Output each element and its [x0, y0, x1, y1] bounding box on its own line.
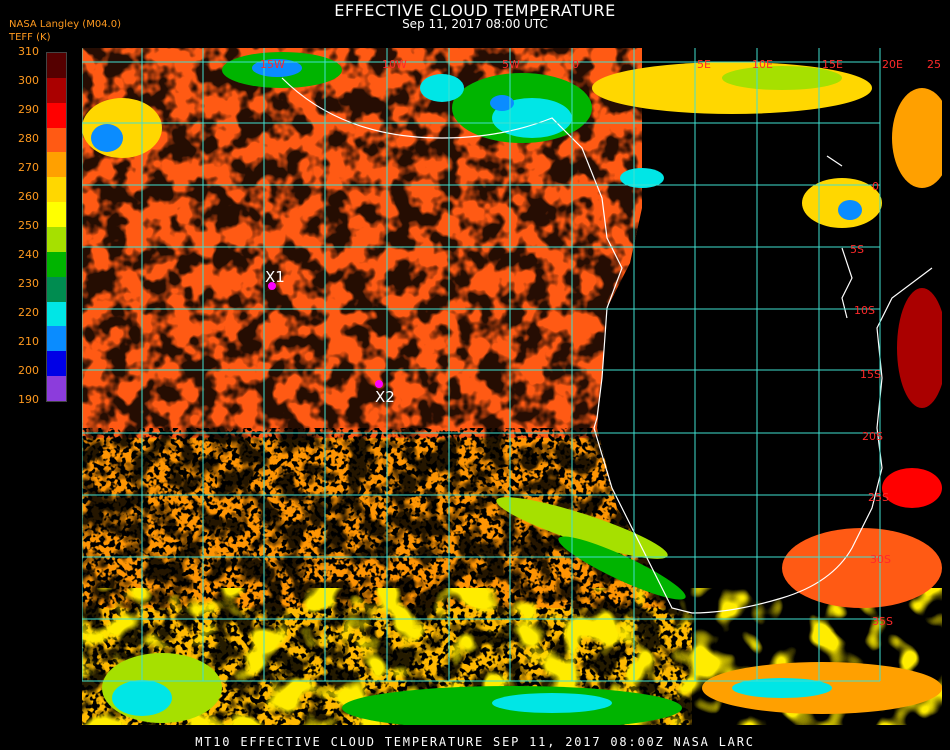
scale-tick-label: 200 — [18, 364, 39, 377]
scale-swatch — [47, 53, 66, 78]
scale-swatch — [47, 102, 66, 128]
scale-swatch — [47, 227, 66, 252]
scale-tick-label: 260 — [18, 190, 39, 203]
latitude-label: 15S — [860, 368, 881, 381]
scale-tick-label: 300 — [18, 74, 39, 87]
scale-tick-label: 250 — [18, 219, 39, 232]
latitude-label: 20S — [862, 430, 883, 443]
scale-tick-label: 230 — [18, 277, 39, 290]
footer-caption: MT10 EFFECTIVE CLOUD TEMPERATURE SEP 11,… — [195, 735, 755, 749]
scale-tick-label: 210 — [18, 335, 39, 348]
scale-swatch — [47, 301, 66, 327]
scale-swatch — [47, 127, 66, 153]
latitude-label: 30S — [870, 553, 891, 566]
scale-tick-label: 270 — [18, 161, 39, 174]
scale-tick-label: 280 — [18, 132, 39, 145]
scale-swatch — [47, 351, 66, 377]
scale-swatch — [47, 326, 66, 352]
latitude-label: 25S — [868, 491, 889, 504]
scale-swatch — [47, 77, 66, 103]
longitude-label: 10W — [382, 58, 407, 71]
page-subtitle: Sep 11, 2017 08:00 UTC — [402, 17, 548, 31]
cloud-temperature-map: 0 5S 10S 15S 20S 25S 30S 35S 15W 10W 5W 0 5E 10E 15E 2… — [82, 48, 942, 725]
longitude-label: 25E — [927, 58, 942, 71]
latitude-label: 10S — [854, 304, 875, 317]
scale-tick-label: 240 — [18, 248, 39, 261]
scale-swatch — [47, 177, 66, 203]
longitude-label: 15E — [822, 58, 843, 71]
longitude-label: 15W — [260, 58, 285, 71]
longitude-label: 20E — [882, 58, 903, 71]
scale-swatch — [47, 251, 66, 277]
longitude-label: 5E — [697, 58, 711, 71]
scale-tick-label: 190 — [18, 393, 39, 406]
longitude-label: 5W — [502, 58, 520, 71]
site-marker-label: X1 — [265, 268, 285, 286]
source-label: NASA Langley (M04.0) — [9, 19, 121, 30]
scale-swatch — [47, 202, 66, 228]
latitude-label: 0 — [872, 180, 879, 193]
scale-tick-label: 220 — [18, 306, 39, 319]
scale-swatch — [47, 276, 66, 302]
color-scale — [46, 52, 67, 402]
latitude-label: 5S — [850, 243, 864, 256]
site-marker-label: X2 — [375, 388, 395, 406]
site-marker-dot — [375, 380, 383, 388]
scale-tick-label: 290 — [18, 103, 39, 116]
scale-swatch — [47, 152, 66, 178]
units-label: TEFF (K) — [9, 32, 51, 43]
scale-swatch — [47, 376, 66, 402]
longitude-label: 0 — [572, 58, 579, 71]
scale-tick-label: 310 — [18, 45, 39, 58]
latitude-label: 35S — [872, 615, 893, 628]
longitude-label: 10E — [752, 58, 773, 71]
